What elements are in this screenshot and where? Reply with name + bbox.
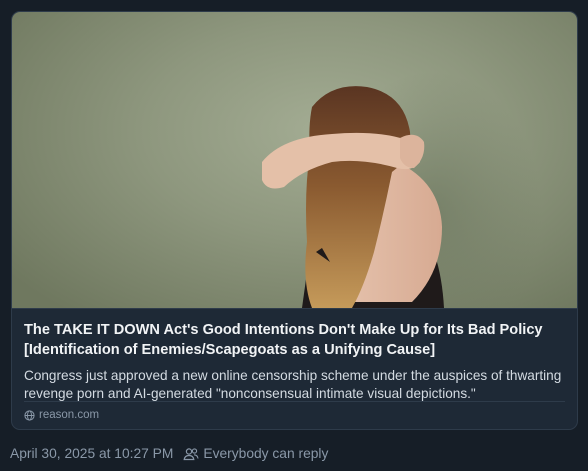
domain-divider: [24, 401, 565, 402]
globe-icon: [24, 409, 35, 421]
link-preview-card[interactable]: The TAKE IT DOWN Act's Good Intentions D…: [11, 11, 578, 430]
preview-photo: [262, 72, 542, 308]
embed-title[interactable]: The TAKE IT DOWN Act's Good Intentions D…: [24, 320, 569, 360]
embed-text: The TAKE IT DOWN Act's Good Intentions D…: [24, 320, 569, 403]
embed-description: Congress just approved a new online cens…: [24, 368, 562, 401]
post-timestamp[interactable]: April 30, 2025 at 10:27 PM: [10, 446, 173, 461]
domain-text: reason.com: [39, 409, 100, 421]
post-meta: April 30, 2025 at 10:27 PM Everybody can…: [10, 446, 328, 461]
preview-image[interactable]: [12, 12, 577, 308]
embed-domain[interactable]: reason.com: [24, 409, 99, 421]
reply-setting[interactable]: Everybody can reply: [203, 446, 328, 461]
people-icon: [183, 447, 199, 460]
image-divider: [12, 308, 577, 309]
